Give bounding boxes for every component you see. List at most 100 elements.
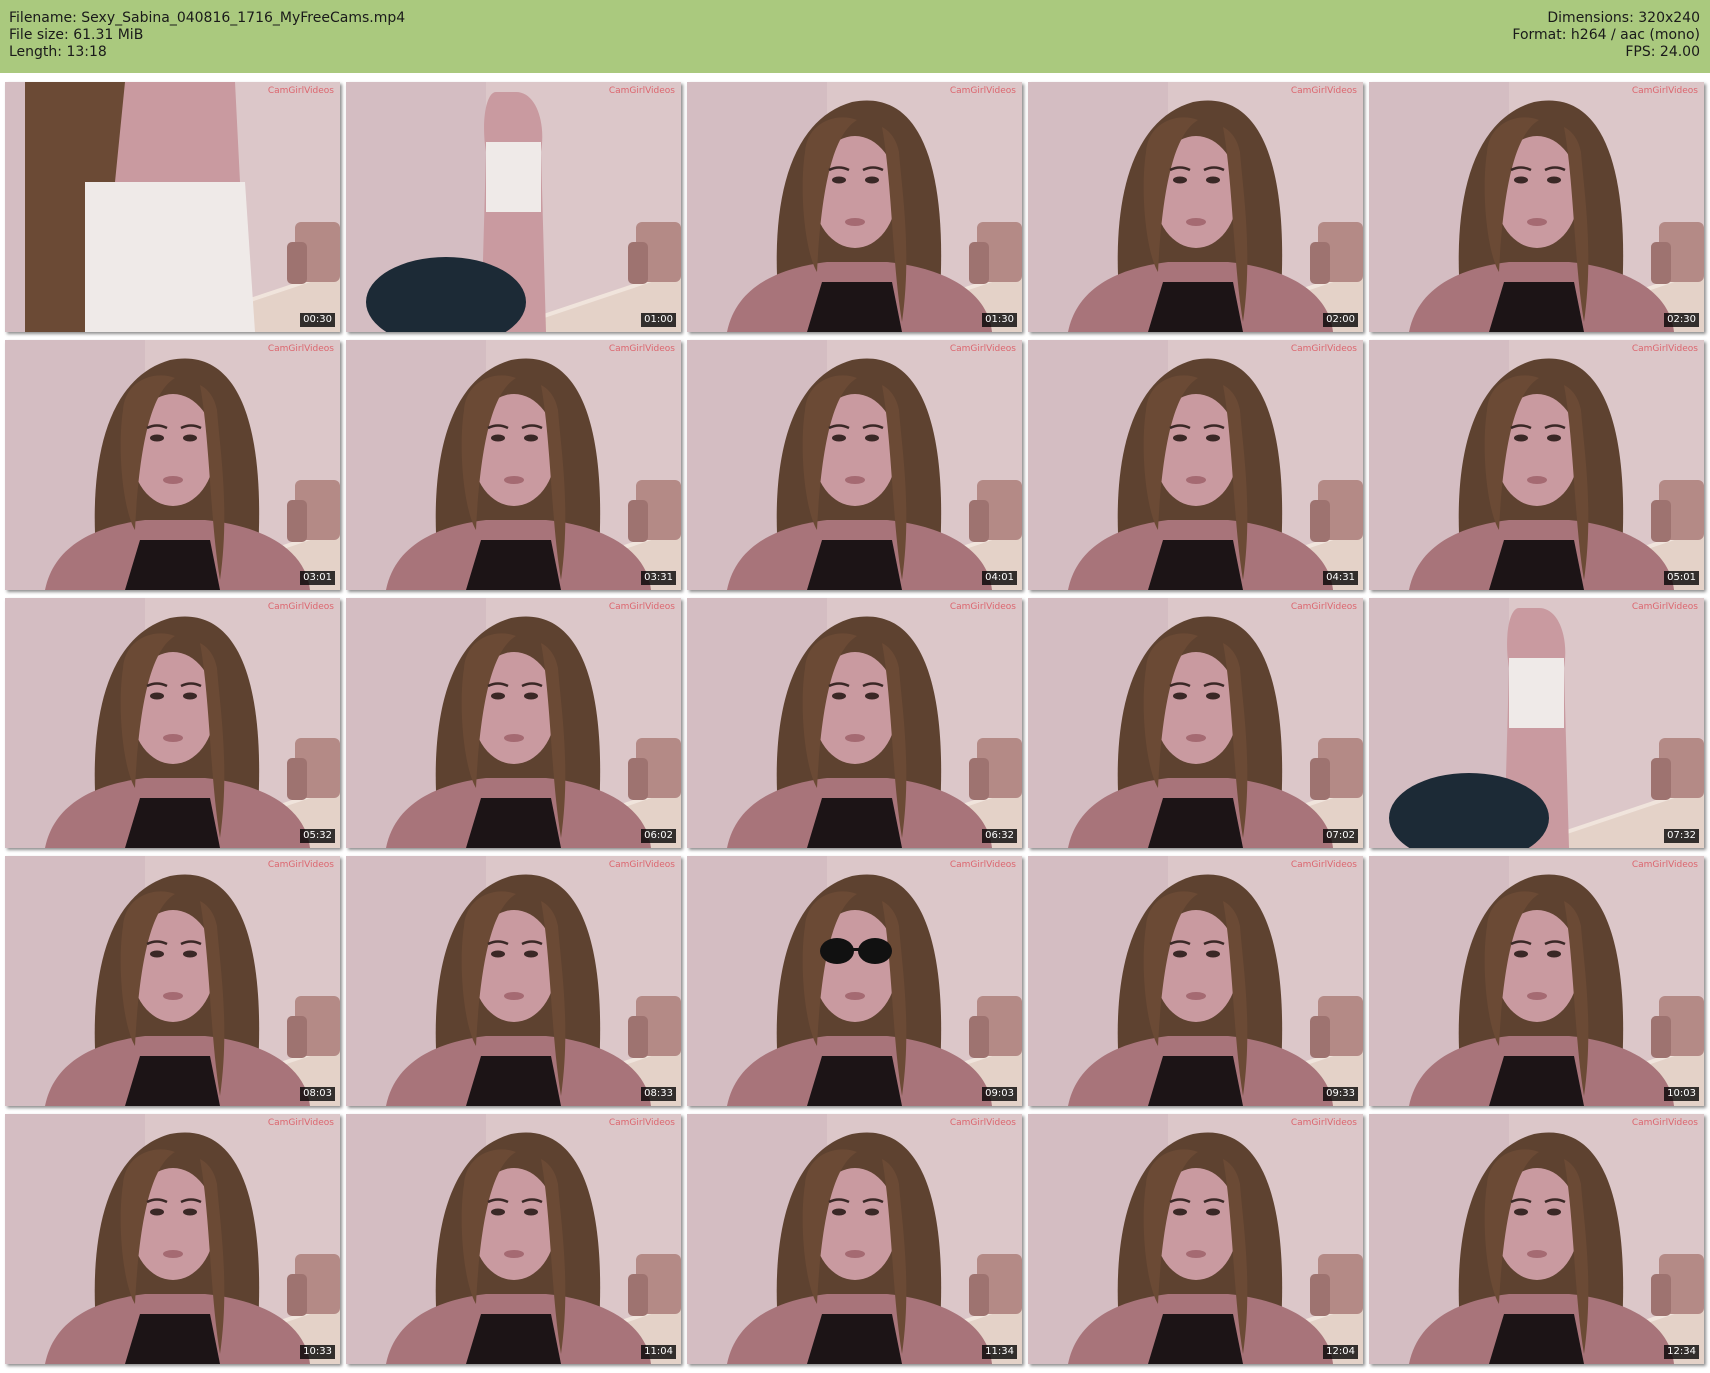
thumbnail-image bbox=[687, 340, 1022, 590]
timestamp-label: 04:31 bbox=[1323, 571, 1358, 585]
watermark-logo: CamGirlVideos bbox=[1631, 1118, 1698, 1128]
thumbnail-image bbox=[5, 598, 340, 848]
watermark-logo: CamGirlVideos bbox=[608, 344, 675, 354]
watermark-logo: CamGirlVideos bbox=[1631, 860, 1698, 870]
timestamp-label: 11:34 bbox=[982, 1345, 1017, 1359]
timestamp-label: 09:03 bbox=[982, 1087, 1017, 1101]
watermark-logo: CamGirlVideos bbox=[1290, 86, 1357, 96]
timestamp-label: 08:33 bbox=[641, 1087, 676, 1101]
thumbnail[interactable]: CamGirlVideos 09:03 bbox=[687, 856, 1022, 1106]
thumbnail-image bbox=[346, 856, 681, 1106]
filesize-text: File size: 61.31 MiB bbox=[9, 27, 144, 43]
thumbnail-image bbox=[5, 1114, 340, 1364]
timestamp-label: 07:32 bbox=[1664, 829, 1699, 843]
thumbnail[interactable]: CamGirlVideos 07:02 bbox=[1028, 598, 1363, 848]
watermark-logo: CamGirlVideos bbox=[949, 602, 1016, 612]
watermark-logo: CamGirlVideos bbox=[267, 86, 334, 96]
watermark-logo: CamGirlVideos bbox=[1631, 86, 1698, 96]
thumbnail-image bbox=[346, 340, 681, 590]
watermark-logo: CamGirlVideos bbox=[1631, 602, 1698, 612]
thumbnail[interactable]: CamGirlVideos 03:01 bbox=[5, 340, 340, 590]
thumbnail[interactable]: CamGirlVideos 12:04 bbox=[1028, 1114, 1363, 1364]
thumbnail-image bbox=[346, 598, 681, 848]
thumbnail-image bbox=[1028, 82, 1363, 332]
info-header: Filename: Sexy_Sabina_040816_1716_MyFree… bbox=[0, 0, 1710, 73]
timestamp-label: 02:00 bbox=[1323, 313, 1358, 327]
timestamp-label: 05:01 bbox=[1664, 571, 1699, 585]
watermark-logo: CamGirlVideos bbox=[1290, 1118, 1357, 1128]
timestamp-label: 10:33 bbox=[300, 1345, 335, 1359]
thumbnail-image bbox=[1369, 1114, 1704, 1364]
thumbnail[interactable]: CamGirlVideos 09:33 bbox=[1028, 856, 1363, 1106]
format-text: Format: h264 / aac (mono) bbox=[1512, 27, 1700, 43]
thumbnail[interactable]: CamGirlVideos 03:31 bbox=[346, 340, 681, 590]
thumbnail-image bbox=[1028, 856, 1363, 1106]
timestamp-label: 01:30 bbox=[982, 313, 1017, 327]
watermark-logo: CamGirlVideos bbox=[608, 860, 675, 870]
thumbnail[interactable]: CamGirlVideos 02:00 bbox=[1028, 82, 1363, 332]
timestamp-label: 11:04 bbox=[641, 1345, 676, 1359]
dimensions-text: Dimensions: 320x240 bbox=[1547, 10, 1700, 26]
timestamp-label: 08:03 bbox=[300, 1087, 335, 1101]
thumbnail-image bbox=[346, 1114, 681, 1364]
file-info-right: Dimensions: 320x240 Format: h264 / aac (… bbox=[1512, 10, 1700, 61]
thumbnail[interactable]: CamGirlVideos 11:04 bbox=[346, 1114, 681, 1364]
watermark-logo: CamGirlVideos bbox=[267, 344, 334, 354]
thumbnail[interactable]: CamGirlVideos 04:01 bbox=[687, 340, 1022, 590]
timestamp-label: 01:00 bbox=[641, 313, 676, 327]
timestamp-label: 03:31 bbox=[641, 571, 676, 585]
watermark-logo: CamGirlVideos bbox=[949, 86, 1016, 96]
watermark-logo: CamGirlVideos bbox=[1631, 344, 1698, 354]
thumbnail[interactable]: CamGirlVideos 05:32 bbox=[5, 598, 340, 848]
thumbnail-image bbox=[1028, 598, 1363, 848]
timestamp-label: 12:34 bbox=[1664, 1345, 1699, 1359]
watermark-logo: CamGirlVideos bbox=[267, 860, 334, 870]
thumbnail-image bbox=[1369, 340, 1704, 590]
watermark-logo: CamGirlVideos bbox=[949, 1118, 1016, 1128]
thumbnail-image bbox=[1028, 340, 1363, 590]
thumbnail[interactable]: CamGirlVideos 06:02 bbox=[346, 598, 681, 848]
thumbnail[interactable]: CamGirlVideos 12:34 bbox=[1369, 1114, 1704, 1364]
thumbnail-image bbox=[687, 82, 1022, 332]
thumbnail[interactable]: CamGirlVideos 11:34 bbox=[687, 1114, 1022, 1364]
watermark-logo: CamGirlVideos bbox=[949, 344, 1016, 354]
watermark-logo: CamGirlVideos bbox=[949, 860, 1016, 870]
thumbnail-image bbox=[1369, 856, 1704, 1106]
timestamp-label: 10:03 bbox=[1664, 1087, 1699, 1101]
thumbnail[interactable]: CamGirlVideos 08:33 bbox=[346, 856, 681, 1106]
length-text: Length: 13:18 bbox=[9, 44, 107, 60]
watermark-logo: CamGirlVideos bbox=[267, 602, 334, 612]
thumbnail[interactable]: CamGirlVideos 06:32 bbox=[687, 598, 1022, 848]
thumbnail[interactable]: CamGirlVideos 05:01 bbox=[1369, 340, 1704, 590]
watermark-logo: CamGirlVideos bbox=[1290, 344, 1357, 354]
thumbnail[interactable]: CamGirlVideos 10:33 bbox=[5, 1114, 340, 1364]
timestamp-label: 07:02 bbox=[1323, 829, 1358, 843]
timestamp-label: 00:30 bbox=[300, 313, 335, 327]
thumbnail[interactable]: CamGirlVideos 00:30 bbox=[5, 82, 340, 332]
thumbnail[interactable]: CamGirlVideos 10:03 bbox=[1369, 856, 1704, 1106]
thumbnail-image bbox=[687, 1114, 1022, 1364]
thumbnail-image bbox=[5, 340, 340, 590]
timestamp-label: 02:30 bbox=[1664, 313, 1699, 327]
timestamp-label: 06:32 bbox=[982, 829, 1017, 843]
watermark-logo: CamGirlVideos bbox=[267, 1118, 334, 1128]
thumbnail[interactable]: CamGirlVideos 07:32 bbox=[1369, 598, 1704, 848]
file-info-left: Filename: Sexy_Sabina_040816_1716_MyFree… bbox=[9, 10, 405, 61]
thumbnail-image bbox=[5, 82, 340, 332]
watermark-logo: CamGirlVideos bbox=[608, 1118, 675, 1128]
thumbnail[interactable]: CamGirlVideos 08:03 bbox=[5, 856, 340, 1106]
thumbnail-image bbox=[346, 82, 681, 332]
thumbnail[interactable]: CamGirlVideos 02:30 bbox=[1369, 82, 1704, 332]
watermark-logo: CamGirlVideos bbox=[608, 86, 675, 96]
watermark-logo: CamGirlVideos bbox=[1290, 602, 1357, 612]
thumbnail[interactable]: CamGirlVideos 01:00 bbox=[346, 82, 681, 332]
timestamp-label: 05:32 bbox=[300, 829, 335, 843]
thumbnail[interactable]: CamGirlVideos 01:30 bbox=[687, 82, 1022, 332]
fps-text: FPS: 24.00 bbox=[1625, 44, 1700, 60]
filename-text: Filename: Sexy_Sabina_040816_1716_MyFree… bbox=[9, 10, 406, 26]
watermark-logo: CamGirlVideos bbox=[608, 602, 675, 612]
timestamp-label: 12:04 bbox=[1323, 1345, 1358, 1359]
thumbnail-image bbox=[687, 856, 1022, 1106]
timestamp-label: 04:01 bbox=[982, 571, 1017, 585]
thumbnail[interactable]: CamGirlVideos 04:31 bbox=[1028, 340, 1363, 590]
